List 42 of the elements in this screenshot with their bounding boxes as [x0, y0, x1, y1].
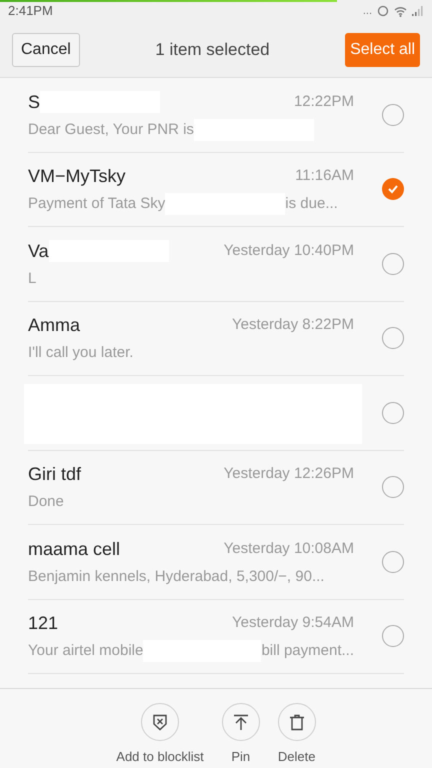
signal-icon: [412, 6, 424, 16]
action-button[interactable]: Add to blocklist: [116, 703, 204, 768]
contact-name: Amma: [28, 314, 80, 337]
sync-icon: [377, 5, 389, 17]
pin-top-icon: [232, 714, 249, 730]
message-preview: Dear Guest, Your PNR is: [28, 120, 194, 140]
contact-name: maama cell: [28, 538, 120, 560]
message-preview: Benjamin kennels, Hyderabad, 5,300/−, 90...: [28, 566, 324, 586]
status-time: 2:41PM: [8, 2, 53, 20]
contact-name: Va: [28, 240, 49, 262]
message-preview: L: [28, 268, 36, 288]
message-preview: bill payment...: [261, 641, 354, 661]
shield-x-icon: [152, 714, 168, 730]
message-preview: Payment of Tata Sky: [28, 194, 166, 214]
message-preview: Your airtel mobile: [28, 641, 144, 661]
message-time: Yesterday 10:40PM: [224, 240, 354, 261]
header-title: 1 item selected: [154, 38, 271, 61]
trash-icon: [288, 714, 305, 730]
message-row[interactable]: maama cell Yesterday 10:08AM Benjamin kennels, Hyderabad, 5,300/−, 90...: [28, 525, 404, 600]
contact-name: 121: [28, 612, 58, 635]
contact-name: S: [28, 90, 40, 114]
more-dots: ...: [362, 6, 372, 16]
message-preview: is due...: [285, 194, 338, 214]
contact-name: Giri tdf: [28, 463, 82, 486]
message-row[interactable]: Va Yesterday 10:40PM L: [28, 227, 404, 302]
message-time: Yesterday 12:26PM: [224, 464, 354, 484]
wifi-icon: [394, 6, 407, 16]
check-icon: [387, 184, 399, 194]
message-row[interactable]: Giri tdf Yesterday 12:26PM Done: [28, 450, 404, 525]
message-preview: I'll call you later.: [28, 343, 134, 363]
message-row[interactable]: 121 Yesterday 9:54AM Your airtel mobile bill payment...: [28, 600, 404, 674]
contact-name: VM−MyTsky: [28, 165, 126, 188]
message-row[interactable]: VM−MyTsky 11:16AM Payment of Tata Sky is due...: [28, 152, 404, 227]
message-time: Yesterday 9:54AM: [232, 613, 354, 634]
message-time: Yesterday 10:08AM: [224, 538, 354, 559]
message-time: 11:16AM: [295, 166, 354, 186]
message-time: 12:22PM: [294, 92, 354, 112]
cancel-button[interactable]: Cancel: [12, 32, 80, 66]
message-row[interactable]: Amma Yesterday 8:22PM I'll call you later.: [28, 302, 404, 376]
message-row[interactable]: S 12:22PM Dear Guest, Your PNR is: [28, 78, 404, 152]
message-preview: Done: [28, 492, 64, 512]
message-time: Yesterday 8:22PM: [232, 315, 354, 336]
